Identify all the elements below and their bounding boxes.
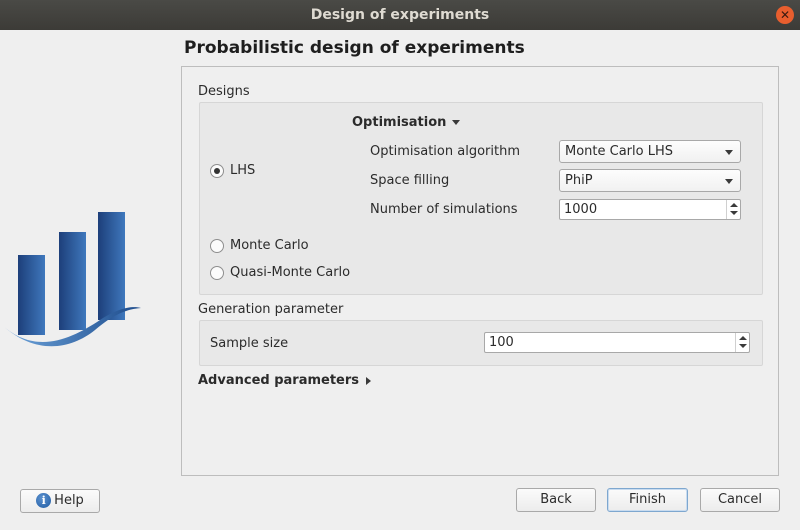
help-button[interactable]: i Help bbox=[20, 489, 100, 513]
close-icon[interactable]: ✕ bbox=[776, 6, 794, 24]
window-title: Design of experiments bbox=[310, 7, 490, 23]
cancel-button[interactable]: Cancel bbox=[700, 488, 780, 512]
spin-down-icon[interactable] bbox=[730, 211, 738, 215]
space-filling-value: PhiP bbox=[565, 173, 593, 188]
number-of-simulations-label: Number of simulations bbox=[370, 202, 518, 217]
generation-parameter-label: Generation parameter bbox=[198, 302, 344, 317]
radio-lhs[interactable] bbox=[210, 164, 224, 178]
main-panel: Designs Optimisation LHS Optimisation al… bbox=[181, 66, 779, 476]
help-button-label: Help bbox=[54, 493, 84, 508]
number-of-simulations-value: 1000 bbox=[564, 202, 598, 217]
optimisation-toggle[interactable]: Optimisation bbox=[352, 115, 461, 130]
radio-monte-carlo[interactable] bbox=[210, 239, 224, 253]
chevron-right-icon bbox=[366, 376, 372, 385]
radio-quasi-monte-carlo[interactable] bbox=[210, 266, 224, 280]
sample-size-input[interactable]: 100 bbox=[484, 332, 750, 353]
chevron-down-icon bbox=[725, 150, 733, 155]
logo-bar-3 bbox=[98, 212, 125, 320]
designs-label: Designs bbox=[198, 84, 250, 99]
advanced-parameters-toggle[interactable]: Advanced parameters bbox=[198, 373, 372, 388]
radio-quasi-monte-carlo-label[interactable]: Quasi-Monte Carlo bbox=[230, 265, 350, 280]
page-title: Probabilistic design of experiments bbox=[184, 38, 525, 58]
spin-up-icon[interactable] bbox=[730, 203, 738, 207]
sample-size-value: 100 bbox=[489, 335, 514, 350]
spin-buttons[interactable] bbox=[735, 333, 749, 352]
back-button[interactable]: Back bbox=[516, 488, 596, 512]
optimisation-algorithm-select[interactable]: Monte Carlo LHS bbox=[559, 140, 741, 163]
chevron-down-icon bbox=[725, 179, 733, 184]
generation-group: Sample size 100 bbox=[199, 320, 763, 366]
optimisation-algorithm-label: Optimisation algorithm bbox=[370, 144, 520, 159]
radio-lhs-label[interactable]: LHS bbox=[230, 163, 255, 178]
designs-group: Optimisation LHS Optimisation algorithm … bbox=[199, 102, 763, 295]
spin-buttons[interactable] bbox=[726, 200, 740, 219]
wizard-logo bbox=[2, 212, 141, 347]
chevron-down-icon bbox=[452, 120, 461, 125]
advanced-parameters-label: Advanced parameters bbox=[198, 373, 360, 388]
optimisation-header: Optimisation bbox=[352, 115, 447, 130]
logo-bar-2 bbox=[59, 232, 86, 330]
optimisation-algorithm-value: Monte Carlo LHS bbox=[565, 144, 673, 159]
spin-down-icon[interactable] bbox=[739, 344, 747, 348]
spin-up-icon[interactable] bbox=[739, 336, 747, 340]
finish-button[interactable]: Finish bbox=[607, 488, 688, 512]
radio-monte-carlo-label[interactable]: Monte Carlo bbox=[230, 238, 309, 253]
sample-size-label: Sample size bbox=[210, 336, 289, 351]
number-of-simulations-input[interactable]: 1000 bbox=[559, 199, 741, 220]
window-titlebar: Design of experiments ✕ bbox=[0, 0, 800, 30]
space-filling-label: Space filling bbox=[370, 173, 450, 188]
help-icon: i bbox=[36, 493, 52, 508]
logo-bar-1 bbox=[18, 255, 45, 335]
space-filling-select[interactable]: PhiP bbox=[559, 169, 741, 192]
